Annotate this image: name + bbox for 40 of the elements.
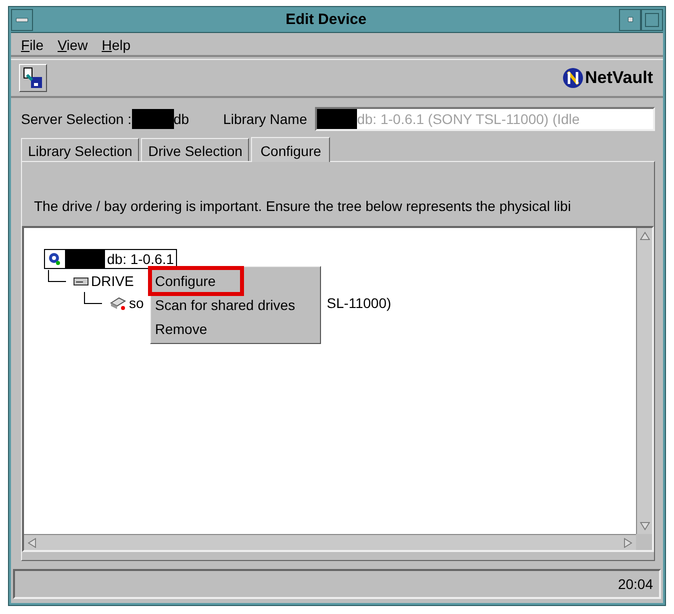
brand-logo: NetVault [562,67,653,89]
tree-node[interactable]: so [106,294,147,312]
minimize-icon [628,17,632,22]
menu-item[interactable]: View [58,37,88,53]
server-icon [47,252,63,266]
menu-item[interactable]: File [21,37,44,53]
tab[interactable]: Configure [251,137,330,162]
maximize-button[interactable] [641,8,663,30]
vertical-scrollbar[interactable] [636,228,652,534]
window-menu-button[interactable] [11,8,33,30]
tab[interactable]: Drive Selection [141,138,250,161]
tree-node[interactable]: DRIVE [70,272,137,290]
tape-drive-icon [109,295,127,311]
scroll-arrow-icon[interactable] [25,536,39,550]
tab[interactable]: Library Selection [21,138,140,161]
tree-node[interactable]: db: 1-0.6.1 [44,249,177,269]
minimize-button[interactable] [619,8,641,30]
library-name-label: Library Name [223,111,308,127]
save-icon [23,67,43,89]
scroll-arrow-icon[interactable] [621,536,635,550]
scroll-arrow-icon[interactable] [638,229,652,243]
drive-icon [73,275,89,287]
context-menu-item[interactable]: Configure [151,269,241,293]
context-menu-item[interactable]: Remove [151,317,320,341]
maximize-icon [645,12,659,26]
server-selection-label: Server Selection : [21,111,132,127]
redaction-mark [317,109,358,129]
window-title: Edit Device [284,11,368,28]
bar-icon [16,18,28,22]
menu-item[interactable]: Help [102,37,130,53]
server-selection-value: db [174,111,190,127]
status-time: 20:04 [618,576,653,592]
redaction-mark [65,250,105,268]
instruction-text: The drive / bay ordering is important. Ensure the tree below represents the physical libi [33,197,572,216]
tree-node-label: SL-11000) [326,295,392,311]
horizontal-scrollbar[interactable] [24,534,636,550]
save-button[interactable] [19,64,47,92]
scroll-arrow-icon[interactable] [638,519,652,533]
context-menu-item[interactable]: Scan for shared drives [151,293,320,317]
redaction-mark [132,109,174,129]
